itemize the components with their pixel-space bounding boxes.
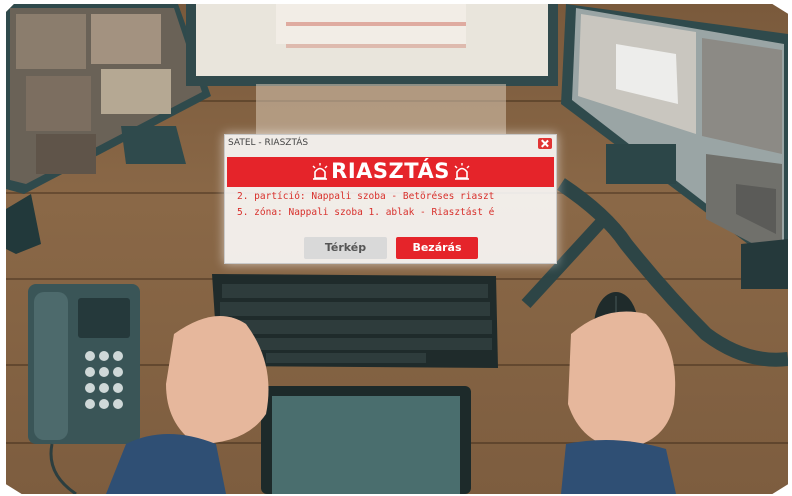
left-monitor [6, 4, 211, 254]
map-button[interactable]: Térkép [304, 237, 387, 259]
alarm-message-partition: 2. partíció: Nappali szoba - Betöréses r… [237, 191, 495, 202]
window-titlebar: SATEL - RIASZTÁS [225, 135, 556, 153]
siren-icon [454, 163, 470, 180]
close-button[interactable]: Bezárás [396, 237, 478, 259]
scene: SATEL - RIASZTÁS RIASZTÁS 2. partíció: N… [0, 0, 792, 496]
tablet [261, 386, 471, 494]
right-monitor [561, 4, 788, 289]
alarm-window: SATEL - RIASZTÁS RIASZTÁS 2. partíció: N… [224, 134, 557, 264]
window-title: SATEL - RIASZTÁS [228, 138, 309, 148]
center-monitor [186, 4, 558, 134]
close-icon[interactable] [538, 138, 552, 149]
desk-photo: SATEL - RIASZTÁS RIASZTÁS 2. partíció: N… [6, 4, 788, 494]
alarm-message-zone: 5. zóna: Nappali szoba 1. ablak - Riaszt… [237, 207, 495, 218]
alarm-banner: RIASZTÁS [227, 157, 554, 187]
alarm-heading: RIASZTÁS [331, 159, 450, 183]
